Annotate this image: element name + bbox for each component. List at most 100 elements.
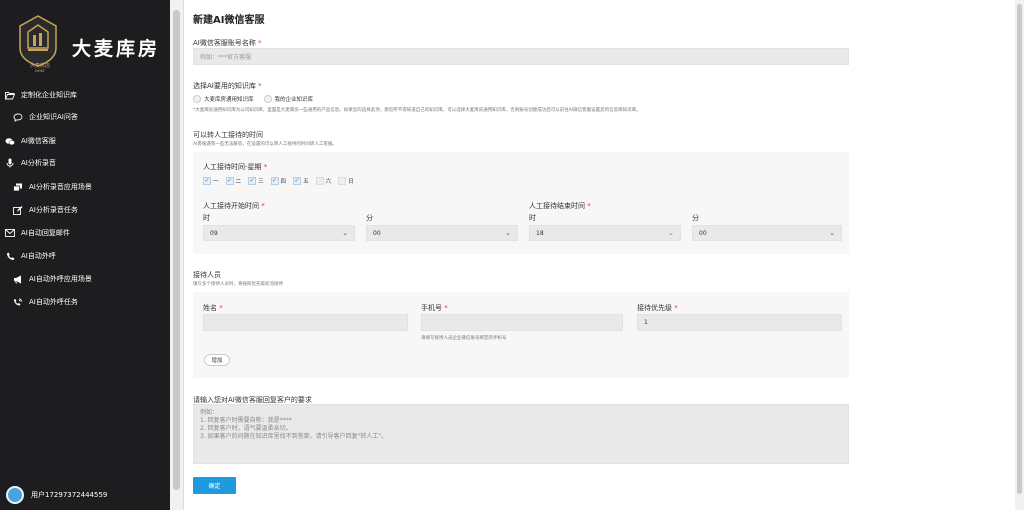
chevron-down-icon: ⌄ bbox=[829, 229, 835, 237]
select-value: 00 bbox=[699, 229, 707, 237]
end-hour-select[interactable]: 18 ⌄ bbox=[529, 225, 681, 241]
start-minute-label: 分 bbox=[366, 214, 373, 222]
sidebar-item-recording[interactable]: AI分析录音 bbox=[0, 152, 170, 174]
account-name-input[interactable]: 例如：***官方客服 bbox=[193, 48, 849, 65]
checkbox-mon[interactable]: ✓ bbox=[203, 177, 211, 185]
user-profile[interactable]: 用户17297372444559 bbox=[6, 486, 107, 504]
chevron-down-icon: ⌄ bbox=[505, 229, 511, 237]
sidebar-item-label: AI自动外呼 bbox=[21, 252, 56, 260]
phone-ring-icon bbox=[12, 296, 24, 308]
sidebar-item-label: AI分析录音应用场景 bbox=[29, 183, 92, 191]
name-input[interactable] bbox=[203, 314, 408, 331]
name-label: 姓名 * bbox=[203, 304, 223, 312]
staff-panel: 姓名 * 手机号 * 请填写接待人员企业微信账号绑定的手机号 接待优先级 * 1 bbox=[193, 292, 849, 378]
phone-hint: 请填写接待人员企业微信账号绑定的手机号 bbox=[421, 336, 507, 341]
sidebar-item-label: AI自动回复邮件 bbox=[21, 229, 70, 237]
edit-icon bbox=[12, 204, 24, 216]
microphone-icon bbox=[4, 157, 16, 169]
checkbox-thu[interactable]: ✓ bbox=[270, 177, 279, 185]
weekday-label: 人工接待时间-星期 * bbox=[203, 163, 268, 171]
day-label: 五 bbox=[303, 179, 309, 185]
checkbox-fri[interactable]: ✓ bbox=[293, 177, 302, 185]
sidebar-item-label: 定制化企业知识库 bbox=[21, 91, 77, 99]
staff-label: 接待人员 bbox=[193, 271, 221, 279]
start-time-label: 人工接待开始时间 * bbox=[203, 202, 265, 210]
priority-label: 接待优先级 * bbox=[637, 304, 678, 312]
knowledge-options: 大麦库房通用知识库 我的企业知识库 bbox=[193, 95, 313, 103]
start-hour-label: 时 bbox=[203, 214, 210, 222]
knowledge-label: 选择AI要用的知识库 * bbox=[193, 82, 262, 90]
phone-input[interactable] bbox=[421, 314, 623, 331]
start-minute-select[interactable]: 00 ⌄ bbox=[366, 225, 518, 241]
logo-badge-sub: DMKF bbox=[34, 69, 46, 73]
chevron-down-icon: ⌄ bbox=[668, 229, 674, 237]
radio-enterprise-knowledge[interactable] bbox=[263, 95, 272, 103]
day-label: 三 bbox=[258, 179, 264, 185]
sidebar: 大麦房店 DMKF 大麦库房 定制化企业知识库 企业知识AI问答 AI微信客服 … bbox=[0, 0, 170, 510]
sidebar-item-knowledge-base[interactable]: 定制化企业知识库 bbox=[0, 84, 170, 106]
sidebar-item-label: 企业知识AI问答 bbox=[29, 113, 78, 121]
window-stack-icon bbox=[12, 181, 24, 193]
knowledge-hint: *大麦库房通用知识库为公司知识库，里面是大麦库房一些通用的产品信息。如果您的选择… bbox=[193, 108, 641, 113]
staff-hint: 填写多个接待人员时，将按照优先级轮流接待 bbox=[193, 282, 283, 287]
add-staff-button[interactable]: 增加 bbox=[204, 354, 230, 366]
megaphone-icon bbox=[12, 273, 24, 285]
avatar bbox=[6, 486, 24, 504]
option-enterprise-knowledge-label[interactable]: 我的企业知识库 bbox=[275, 95, 314, 103]
end-minute-label: 分 bbox=[692, 214, 699, 222]
day-label: 六 bbox=[325, 179, 332, 185]
chevron-down-icon: ⌄ bbox=[342, 229, 348, 237]
chat-bubble-icon bbox=[12, 111, 24, 123]
select-value: 00 bbox=[373, 229, 381, 237]
page-title: 新建AI微信客服 bbox=[193, 15, 265, 26]
transfer-time-panel: 人工接待时间-星期 * ✓一 ✓二 ✓三 ✓四 ✓五 ✓六 ✓日 人工接待开始时… bbox=[193, 152, 849, 254]
sidebar-item-outbound-task[interactable]: AI自动外呼任务 bbox=[0, 291, 170, 313]
priority-input[interactable]: 1 bbox=[637, 314, 842, 331]
phone-icon bbox=[4, 250, 16, 262]
day-label: 四 bbox=[280, 179, 287, 185]
sidebar-item-label: AI分析录音任务 bbox=[29, 206, 78, 214]
logo[interactable]: 大麦房店 DMKF 大麦库房 bbox=[8, 12, 170, 82]
day-label: 二 bbox=[235, 179, 242, 185]
select-value: 09 bbox=[210, 229, 218, 237]
wechat-icon bbox=[4, 135, 16, 147]
sidebar-item-wechat-service[interactable]: AI微信客服 bbox=[0, 130, 170, 152]
checkbox-sat[interactable]: ✓ bbox=[315, 177, 324, 185]
end-hour-label: 时 bbox=[529, 214, 536, 222]
checkbox-tue[interactable]: ✓ bbox=[225, 177, 234, 185]
end-time-label: 人工接待结束时间 * bbox=[529, 202, 591, 210]
transfer-label: 可以转人工接待的时间 bbox=[193, 131, 263, 139]
select-value: 18 bbox=[536, 229, 544, 237]
option-general-knowledge-label[interactable]: 大麦库房通用知识库 bbox=[204, 95, 254, 103]
sidebar-item-label: AI自动外呼应用场景 bbox=[29, 275, 92, 283]
sidebar-item-outbound-scene[interactable]: AI自动外呼应用场景 bbox=[0, 268, 170, 290]
checkbox-wed[interactable]: ✓ bbox=[248, 177, 257, 185]
end-minute-select[interactable]: 00 ⌄ bbox=[692, 225, 842, 241]
sidebar-scrollbar-thumb[interactable] bbox=[173, 10, 180, 490]
day-label: 日 bbox=[348, 179, 354, 185]
radio-general-knowledge[interactable] bbox=[193, 95, 201, 103]
envelope-icon bbox=[4, 227, 16, 239]
account-name-label: AI微信客服账号名称 * bbox=[193, 39, 262, 47]
weekday-checkboxes: ✓一 ✓二 ✓三 ✓四 ✓五 ✓六 ✓日 bbox=[203, 177, 354, 185]
main-scrollbar-thumb[interactable] bbox=[1017, 4, 1022, 494]
sidebar-item-recording-scene[interactable]: AI分析录音应用场景 bbox=[0, 176, 170, 198]
sidebar-item-outbound-call[interactable]: AI自动外呼 bbox=[0, 245, 170, 267]
sidebar-item-label: AI微信客服 bbox=[21, 137, 56, 145]
logo-text: 大麦库房 bbox=[72, 38, 161, 60]
folder-open-icon bbox=[4, 89, 16, 101]
requirement-textarea[interactable]: 例如： 1. 回复客户时需要自称：我是**** 2. 回复客户时，语气要温柔亲切… bbox=[193, 404, 849, 464]
submit-button[interactable]: 确定 bbox=[193, 477, 236, 494]
sidebar-item-email[interactable]: AI自动回复邮件 bbox=[0, 222, 170, 244]
user-name: 用户17297372444559 bbox=[31, 491, 108, 499]
sidebar-item-knowledge-qa[interactable]: 企业知识AI问答 bbox=[0, 106, 170, 128]
sidebar-item-label: AI自动外呼任务 bbox=[29, 298, 78, 306]
start-hour-select[interactable]: 09 ⌄ bbox=[203, 225, 355, 241]
sidebar-item-label: AI分析录音 bbox=[21, 159, 56, 167]
transfer-hint: AI客服遇到一些无法解答，在设置的可以转人工接待的时间转人工客服。 bbox=[193, 142, 337, 147]
sidebar-item-recording-task[interactable]: AI分析录音任务 bbox=[0, 199, 170, 221]
phone-label: 手机号 * bbox=[421, 304, 448, 312]
logo-badge-text: 大麦房店 bbox=[29, 63, 50, 69]
day-label: 一 bbox=[213, 179, 219, 185]
checkbox-sun[interactable]: ✓ bbox=[338, 177, 347, 185]
